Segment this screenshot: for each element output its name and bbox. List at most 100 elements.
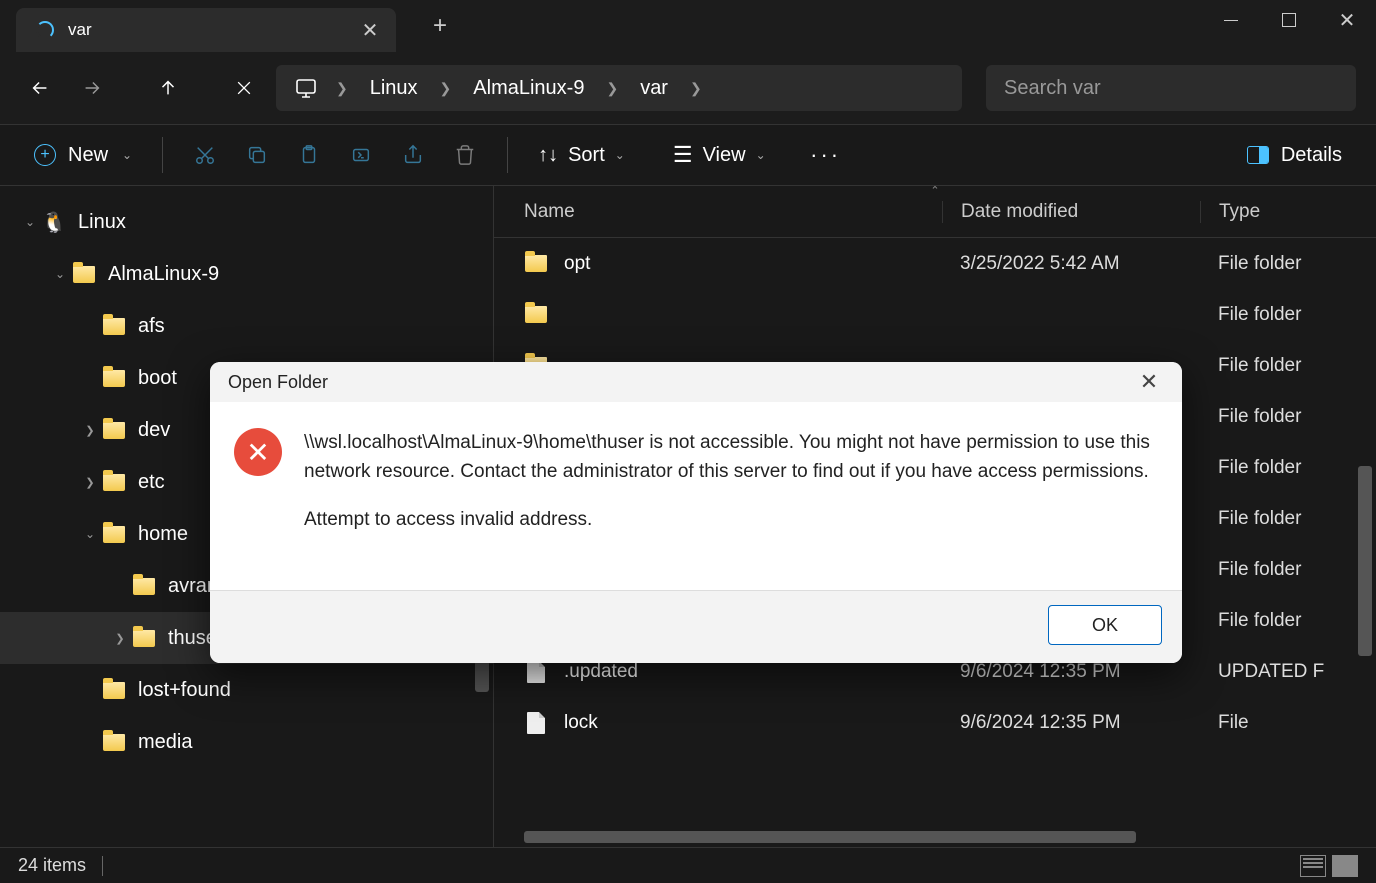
- folder-icon: [102, 366, 126, 390]
- dialog-close-button[interactable]: ✕: [1134, 367, 1164, 397]
- file-type: File folder: [1200, 355, 1376, 377]
- tree-item-label: AlmaLinux-9: [108, 263, 493, 286]
- status-bar: 24 items: [0, 847, 1376, 883]
- file-type: File: [1200, 712, 1376, 734]
- tree-item[interactable]: ❯afs: [0, 300, 493, 352]
- view-mode-list-button[interactable]: [1300, 855, 1326, 877]
- details-pane-button[interactable]: Details: [1237, 138, 1352, 173]
- file-name: .updated: [564, 661, 638, 683]
- chevron-down-icon[interactable]: ⌄: [18, 215, 42, 229]
- folder-icon: [102, 730, 126, 754]
- column-header-type[interactable]: Type: [1200, 201, 1376, 223]
- refresh-cancel-button[interactable]: [224, 68, 264, 108]
- file-name: lock: [564, 712, 598, 734]
- tree-item[interactable]: ⌄🐧Linux: [0, 196, 493, 248]
- file-date: 3/25/2022 5:42 AM: [942, 253, 1200, 275]
- scrollbar-horizontal[interactable]: [524, 831, 1136, 843]
- share-button[interactable]: [391, 133, 435, 177]
- folder-icon: [132, 574, 156, 598]
- tree-item[interactable]: ⌄ AlmaLinux-9: [0, 248, 493, 300]
- view-label: View: [703, 144, 746, 167]
- tab[interactable]: var ✕: [16, 8, 396, 52]
- file-type: File folder: [1200, 508, 1376, 530]
- chevron-right-icon[interactable]: ❯: [108, 632, 132, 645]
- delete-button[interactable]: [443, 133, 487, 177]
- chevron-down-icon[interactable]: ⌄: [78, 527, 102, 541]
- breadcrumb[interactable]: ❯ Linux ❯ AlmaLinux-9 ❯ var ❯: [276, 65, 962, 111]
- back-button[interactable]: [20, 68, 60, 108]
- chevron-right-icon[interactable]: ❯: [440, 80, 452, 97]
- list-row[interactable]: opt 3/25/2022 5:42 AMFile folder: [494, 238, 1376, 289]
- minimize-button[interactable]: [1202, 0, 1260, 40]
- new-label: New: [68, 144, 108, 167]
- rename-button[interactable]: [339, 133, 383, 177]
- chevron-right-icon[interactable]: ❯: [78, 476, 102, 489]
- up-button[interactable]: [148, 68, 188, 108]
- column-header-date[interactable]: Date modified: [942, 201, 1200, 223]
- view-mode-detail-button[interactable]: [1332, 855, 1358, 877]
- file-type: File folder: [1200, 253, 1376, 275]
- dialog-titlebar: Open Folder ✕: [210, 362, 1182, 402]
- paste-button[interactable]: [287, 133, 331, 177]
- forward-button[interactable]: [72, 68, 112, 108]
- ok-button[interactable]: OK: [1048, 605, 1162, 645]
- file-date: 9/6/2024 12:35 PM: [942, 712, 1200, 734]
- scrollbar[interactable]: [1358, 466, 1372, 656]
- collapse-chevron-icon[interactable]: ⌃: [930, 184, 939, 197]
- window-controls: ✕: [1202, 0, 1376, 40]
- file-type: File folder: [1200, 406, 1376, 428]
- dialog-message: \\wsl.localhost\AlmaLinux-9\home\thuser …: [304, 428, 1158, 552]
- chevron-down-icon: ⌄: [756, 148, 766, 162]
- tree-item-label: media: [138, 731, 493, 754]
- folder-icon: [524, 303, 548, 327]
- view-button[interactable]: ☰ View ⌄: [663, 136, 776, 174]
- file-icon: [524, 660, 548, 684]
- list-row[interactable]: File folder: [494, 289, 1376, 340]
- dialog-title: Open Folder: [228, 372, 1134, 393]
- tree-item-label: afs: [138, 315, 493, 338]
- tab-close-button[interactable]: ✕: [356, 16, 384, 44]
- file-type: File folder: [1200, 457, 1376, 479]
- cut-button[interactable]: [183, 133, 227, 177]
- toolbar: + New ⌄ ↑↓ Sort ⌄ ☰ View ⌄ ··· Details: [0, 124, 1376, 186]
- folder-icon: [102, 678, 126, 702]
- view-list-icon: ☰: [673, 142, 693, 168]
- item-count: 24 items: [18, 855, 86, 876]
- chevron-down-icon[interactable]: ⌄: [48, 267, 72, 281]
- file-date: 9/6/2024 12:35 PM: [942, 661, 1200, 683]
- new-tab-button[interactable]: +: [420, 6, 460, 46]
- file-type: File folder: [1200, 559, 1376, 581]
- plus-circle-icon: +: [34, 144, 56, 166]
- chevron-down-icon: ⌄: [615, 148, 625, 162]
- chevron-right-icon[interactable]: ❯: [78, 424, 102, 437]
- new-button[interactable]: + New ⌄: [24, 138, 142, 173]
- sort-button[interactable]: ↑↓ Sort ⌄: [528, 138, 635, 173]
- copy-button[interactable]: [235, 133, 279, 177]
- search-input[interactable]: [986, 65, 1356, 111]
- list-row[interactable]: lock 9/6/2024 12:35 PMFile: [494, 697, 1376, 748]
- file-name: opt: [564, 253, 590, 275]
- chevron-right-icon[interactable]: ❯: [690, 80, 702, 97]
- breadcrumb-segment[interactable]: Linux: [366, 77, 422, 100]
- column-header-name[interactable]: Name: [494, 201, 942, 223]
- chevron-right-icon[interactable]: ❯: [336, 80, 348, 97]
- divider: [102, 856, 103, 876]
- dialog-body: ✕ \\wsl.localhost\AlmaLinux-9\home\thuse…: [210, 402, 1182, 590]
- file-type: File folder: [1200, 610, 1376, 632]
- tab-title: var: [68, 20, 356, 40]
- maximize-button[interactable]: [1260, 0, 1318, 40]
- chevron-right-icon[interactable]: ❯: [606, 80, 618, 97]
- more-button[interactable]: ···: [804, 133, 848, 177]
- window-close-button[interactable]: ✕: [1318, 0, 1376, 40]
- loading-spinner-icon: [36, 21, 54, 39]
- breadcrumb-segment[interactable]: var: [636, 77, 672, 100]
- file-type: File folder: [1200, 304, 1376, 326]
- tree-item[interactable]: ❯lost+found: [0, 664, 493, 716]
- tree-item[interactable]: ❯media: [0, 716, 493, 768]
- tree-item-label: Linux: [78, 211, 493, 234]
- breadcrumb-segment[interactable]: AlmaLinux-9: [469, 77, 588, 100]
- folder-icon: [524, 252, 548, 276]
- folder-icon: [102, 470, 126, 494]
- tree-item-label: lost+found: [138, 679, 493, 702]
- folder-icon: [102, 314, 126, 338]
